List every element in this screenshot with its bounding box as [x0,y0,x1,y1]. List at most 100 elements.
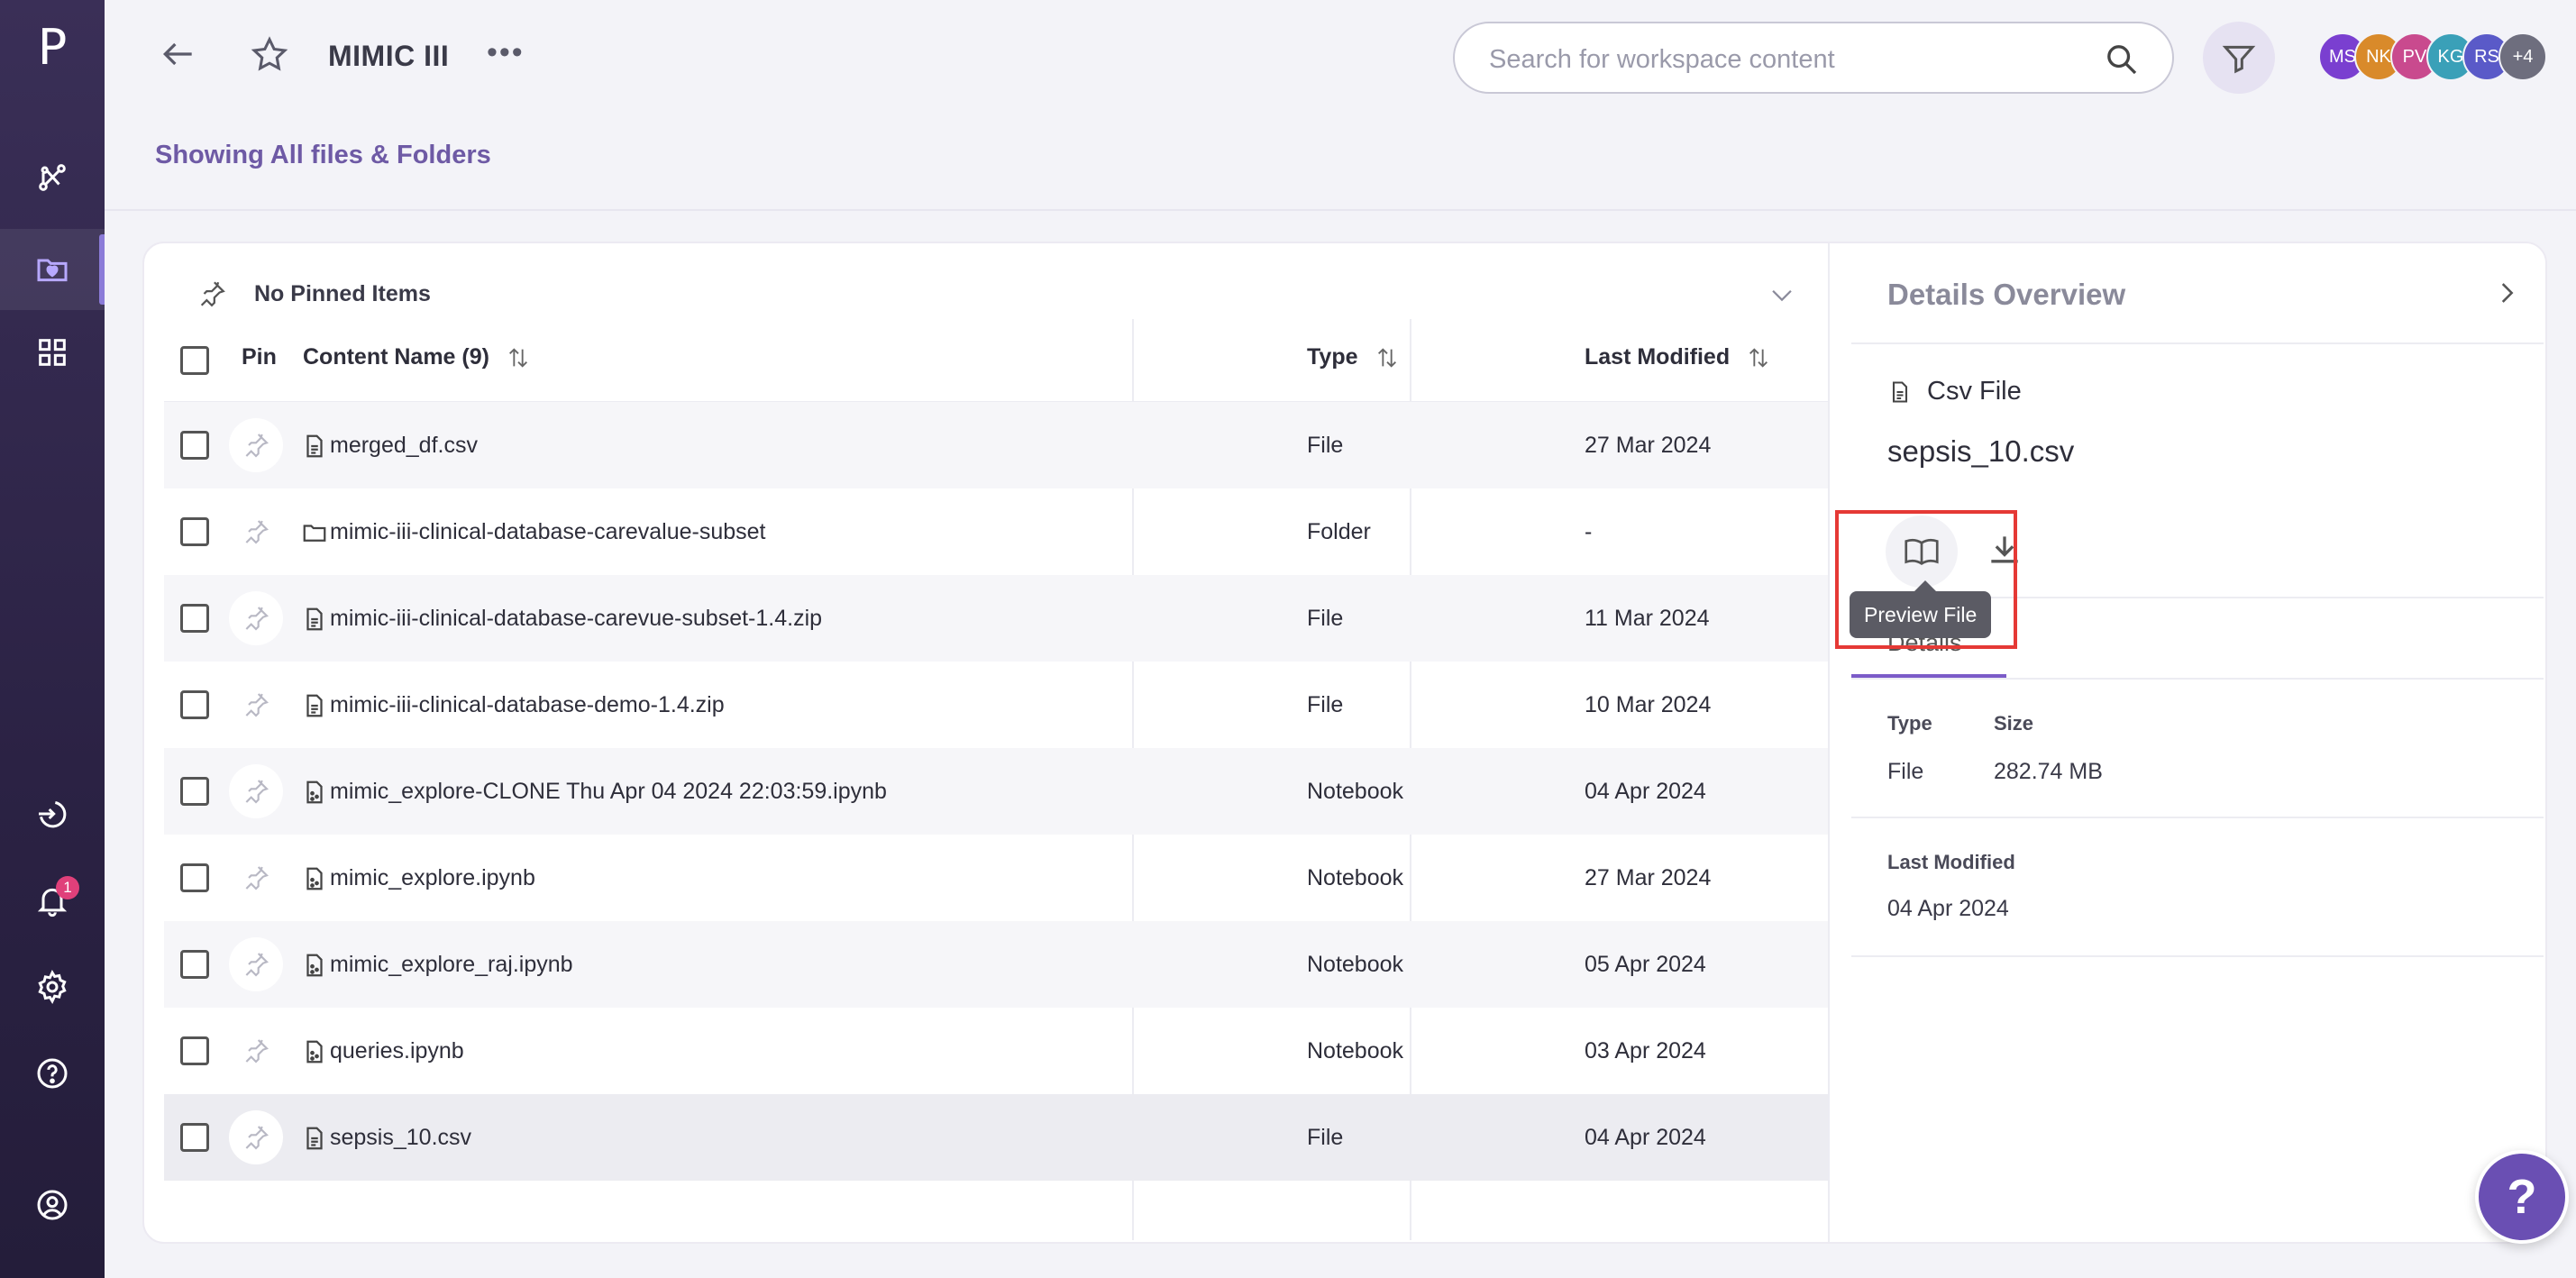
content-type: Notebook [1307,779,1404,804]
table-row[interactable]: mimic_explore_raj.ipynb Notebook 05 Apr 20… [164,921,1828,1008]
row-checkbox[interactable] [180,1123,209,1152]
sort-icon[interactable] [1746,345,1771,370]
user-profile-icon[interactable] [0,1173,105,1237]
row-checkbox[interactable] [180,777,209,806]
gear-icon[interactable] [0,955,105,1018]
content-name[interactable]: mimic_explore-CLONE Thu Apr 04 2024 22:0… [330,779,887,805]
file-icon [301,606,328,633]
notebook-icon [301,865,328,892]
content-name[interactable]: mimic_explore.ipynb [330,865,535,891]
sort-icon[interactable] [1375,345,1400,370]
content-type: Notebook [1307,865,1404,890]
content-modified: 27 Mar 2024 [1585,865,1712,890]
content-modified: 11 Mar 2024 [1585,606,1710,631]
table-row[interactable]: queries.ipynb Notebook 03 Apr 2024 [164,1008,1828,1094]
pin-icon[interactable] [229,851,283,905]
content-type: File [1307,692,1344,717]
table-row[interactable]: mimic_explore-CLONE Thu Apr 04 2024 22:0… [164,748,1828,835]
content-type: File [1307,433,1344,458]
name-column-header[interactable]: Content Name (9) [303,344,531,370]
table-row[interactable]: mimic-iii-clinical-database-carevalue-su… [164,488,1828,575]
back-arrow-icon[interactable] [159,34,198,74]
content-name[interactable]: queries.ipynb [330,1038,464,1064]
table-row[interactable]: mimic_explore.ipynb Notebook 27 Mar 2024 [164,835,1828,921]
table-row[interactable]: sepsis_10.csv File 04 Apr 2024 [164,1094,1828,1181]
type-column-header[interactable]: Type [1307,344,1400,370]
modified-column-header[interactable]: Last Modified [1585,344,1771,370]
import-icon[interactable] [0,782,105,845]
row-checkbox[interactable] [180,690,209,719]
notification-badge: 1 [56,876,79,899]
workspace-icon[interactable] [0,229,105,310]
filter-button[interactable] [2203,22,2275,94]
apps-grid-icon[interactable] [0,321,105,384]
last-modified-value: 04 Apr 2024 [1887,896,2009,921]
highlight-box [1835,510,2017,649]
table-row[interactable]: mimic-iii-clinical-database-demo-1.4.zip… [164,662,1828,748]
row-checkbox[interactable] [180,950,209,979]
table-row[interactable]: mimic-iii-clinical-database-carevue-subs… [164,575,1828,662]
pin-icon[interactable] [229,591,283,645]
chevron-right-icon[interactable] [2491,278,2522,308]
table-header: Pin Content Name (9) Type Last Modified [164,319,1828,402]
details-divider [1851,817,2544,818]
star-icon[interactable] [249,34,290,76]
row-checkbox[interactable] [180,431,209,460]
pin-icon[interactable] [229,418,283,472]
workspace-title: MIMIC III [328,40,450,72]
notebook-icon [301,1038,328,1065]
pinned-items-bar[interactable]: No Pinned Items [196,276,431,312]
content-name[interactable]: mimic-iii-clinical-database-demo-1.4.zip [330,692,725,718]
top-bar: MIMIC III ••• MSNKPVKGRS+4 [105,0,2576,115]
content-name[interactable]: mimic_explore_raj.ipynb [330,952,573,978]
search-box [1453,22,2174,94]
content-name[interactable]: mimic-iii-clinical-database-carevue-subs… [330,606,822,632]
row-checkbox[interactable] [180,1036,209,1065]
size-value: 282.74 MB [1994,759,2103,784]
pin-icon[interactable] [229,764,283,818]
table-row[interactable]: merged_df.csv File 27 Mar 2024 [164,402,1828,488]
collaborator-avatars[interactable]: MS NK PV KG RS +4 [2318,32,2547,83]
row-checkbox[interactable] [180,863,209,892]
help-circle-icon[interactable] [0,1042,105,1105]
notebook-icon [301,779,328,806]
pin-icon[interactable] [229,937,283,991]
details-divider [1851,342,2544,344]
size-label: Size [1994,712,2034,735]
pin-icon [200,281,225,307]
content-type: Notebook [1307,952,1404,977]
select-all-checkbox[interactable] [180,346,209,375]
file-icon [1892,380,1908,403]
content-name[interactable]: mimic-iii-clinical-database-carevalue-su… [330,519,766,545]
sort-icon[interactable] [506,345,531,370]
search-icon[interactable] [2104,41,2140,78]
help-button[interactable]: ? [2475,1150,2569,1244]
bell-icon[interactable]: 1 [0,869,105,932]
avatar[interactable]: +4 [2498,32,2547,81]
row-checkbox[interactable] [180,517,209,546]
more-options-button[interactable]: ••• [487,37,525,68]
header-divider [105,209,2576,211]
pin-icon[interactable] [229,1110,283,1164]
content-table: Pin Content Name (9) Type Last Modified … [164,319,1828,1240]
app-logo[interactable]: P [0,13,105,81]
pin-icon[interactable] [229,505,283,559]
details-divider [1851,678,2544,680]
file-icon [301,433,328,460]
logo-letter: P [37,18,68,76]
row-checkbox[interactable] [180,604,209,633]
content-name[interactable]: sepsis_10.csv [330,1125,471,1151]
chevron-down-icon[interactable] [1767,279,1797,310]
content-card: No Pinned Items Pin Content Name (9) Typ… [142,242,2547,1244]
pin-icon[interactable] [229,1024,283,1078]
type-label: Type [1887,712,1932,735]
pipeline-icon[interactable] [0,146,105,209]
pinned-items-label: No Pinned Items [254,280,431,306]
search-input[interactable] [1489,43,2066,76]
content-modified: 10 Mar 2024 [1585,692,1712,717]
content-type: Notebook [1307,1038,1404,1063]
content-name[interactable]: merged_df.csv [330,433,478,459]
pin-column-header: Pin [242,344,277,370]
content-type: File [1307,1125,1344,1150]
pin-icon[interactable] [229,678,283,732]
